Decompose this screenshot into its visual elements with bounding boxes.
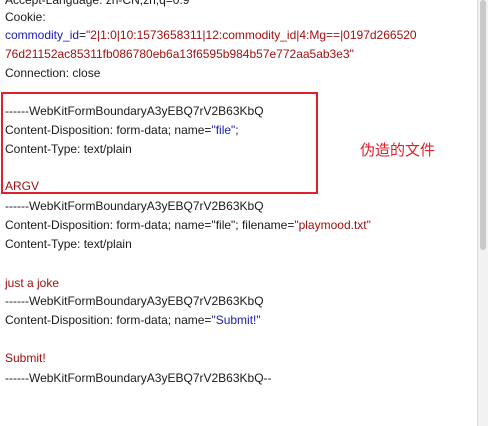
filename-value: "playmood.txt" (294, 218, 371, 232)
content-type-line: Content-Type: text/plain (5, 142, 132, 156)
boundary-line: ------WebKitFormBoundaryA3yEBQ7rV2B63KbQ (5, 104, 264, 118)
disposition-prefix: Content-Disposition: form-data; name= (5, 313, 212, 327)
cookie-line-1: commodity_id="2|1:0|10:1573658311|12:com… (5, 28, 417, 43)
name-value: "Submit!" (211, 313, 261, 327)
accept-language-header: Accept-Language: zh-CN,zh;q=0.9 (5, 0, 190, 7)
disposition-prefix: Content-Disposition: form-data; name="fi… (5, 218, 295, 232)
connection-header: Connection: close (5, 66, 101, 80)
cookie-value-part1: "2|1:0|10:1573658311|12:commodity_id|4:M… (86, 28, 417, 42)
annotation-label: 伪造的文件 (360, 141, 436, 159)
content-disposition-line: Content-Disposition: form-data; name="fi… (5, 123, 239, 138)
cookie-label: Cookie: (5, 10, 46, 24)
part-body: ARGV (5, 179, 40, 193)
cookie-equals: = (79, 28, 87, 42)
part-body: Submit! (5, 351, 46, 365)
part-body: just a joke (5, 276, 60, 290)
name-value: "file" (211, 123, 236, 137)
disposition-suffix: ; (235, 123, 239, 137)
http-request-viewer[interactable]: Accept-Language: zh-CN,zh;q=0.9 Cookie: … (0, 0, 478, 426)
vertical-scrollbar[interactable] (477, 0, 488, 426)
content-disposition-line: Content-Disposition: form-data; name="fi… (5, 218, 371, 233)
cookie-key: commodity_id (5, 28, 80, 42)
content-disposition-line: Content-Disposition: form-data; name="Su… (5, 313, 261, 328)
scrollbar-thumb[interactable] (480, 0, 486, 250)
cookie-value-part2: 76d21152ac85311fb086780eb6a13f6595b984b5… (5, 47, 354, 61)
disposition-prefix: Content-Disposition: form-data; name= (5, 123, 212, 137)
boundary-line: ------WebKitFormBoundaryA3yEBQ7rV2B63KbQ (5, 294, 264, 308)
final-boundary-line: ------WebKitFormBoundaryA3yEBQ7rV2B63KbQ… (5, 371, 272, 385)
boundary-line: ------WebKitFormBoundaryA3yEBQ7rV2B63KbQ (5, 199, 264, 213)
content-type-line: Content-Type: text/plain (5, 237, 132, 251)
